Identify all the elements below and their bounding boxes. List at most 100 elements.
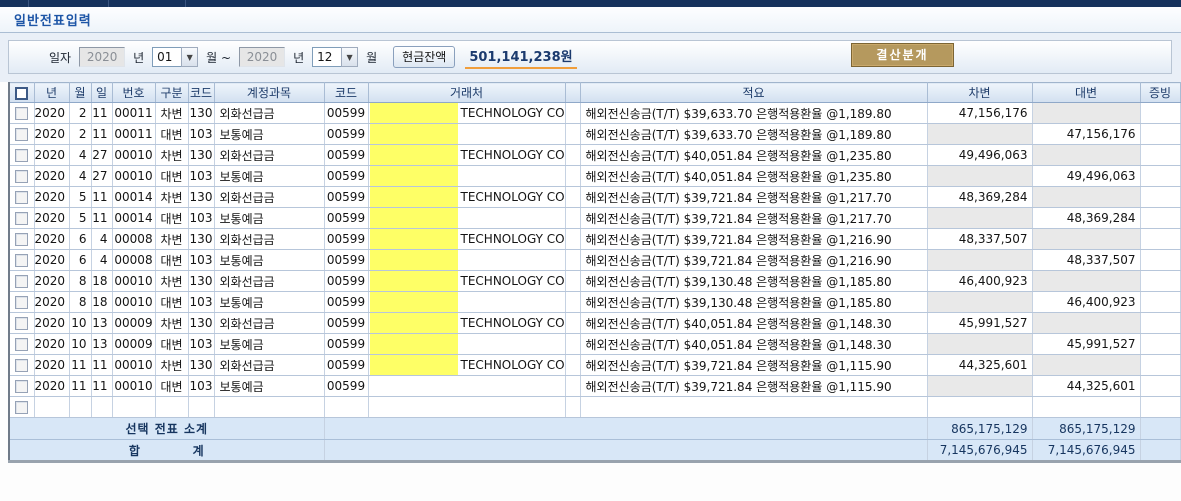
- cell-year[interactable]: 2020: [34, 333, 70, 355]
- cell-type[interactable]: 대변: [155, 249, 189, 271]
- cell-code2[interactable]: 00599: [324, 207, 369, 229]
- cell-day[interactable]: 11: [91, 207, 113, 229]
- cell-day[interactable]: 11: [91, 375, 113, 397]
- cell-year[interactable]: [34, 396, 70, 418]
- cell-credit[interactable]: [1032, 144, 1141, 166]
- row-checkbox-icon[interactable]: [15, 170, 29, 183]
- cell-desc[interactable]: 해외전신송금(T/T) $39,721.84 은행적용환율 @1,217.70: [580, 186, 928, 208]
- cell-proof[interactable]: [1140, 333, 1181, 355]
- cell-credit[interactable]: 46,400,923: [1032, 291, 1141, 313]
- cell-vendor[interactable]: [368, 291, 566, 313]
- cell-code[interactable]: 130: [188, 144, 215, 166]
- cell-desc[interactable]: 해외전신송금(T/T) $39,721.84 은행적용환율 @1,115.90: [580, 354, 928, 376]
- cell-debit[interactable]: [927, 291, 1033, 313]
- cell-account[interactable]: 외화선급금: [214, 144, 325, 166]
- cell-account[interactable]: 보통예금: [214, 333, 325, 355]
- cell-type[interactable]: 대변: [155, 291, 189, 313]
- cell-account[interactable]: 보통예금: [214, 123, 325, 145]
- month-to-value[interactable]: 12: [312, 47, 343, 67]
- cell-day[interactable]: 13: [91, 312, 113, 334]
- cell-account[interactable]: 외화선급금: [214, 270, 325, 292]
- cell-vendor[interactable]: [368, 123, 566, 145]
- cell-month[interactable]: 11: [69, 375, 92, 397]
- cell-type[interactable]: 대변: [155, 123, 189, 145]
- cell-credit[interactable]: 48,337,507: [1032, 249, 1141, 271]
- cell-month[interactable]: 6: [69, 249, 92, 271]
- cell-code2[interactable]: 00599: [324, 165, 369, 187]
- cell-account[interactable]: 보통예금: [214, 291, 325, 313]
- cell-year[interactable]: 2020: [34, 354, 70, 376]
- cell-month[interactable]: 4: [69, 165, 92, 187]
- cell-desc[interactable]: 해외전신송금(T/T) $39,721.84 은행적용환율 @1,115.90: [580, 375, 928, 397]
- cell-proof[interactable]: [1140, 354, 1181, 376]
- cell-account[interactable]: [214, 396, 325, 418]
- cell-account[interactable]: 외화선급금: [214, 354, 325, 376]
- cell-year[interactable]: 2020: [34, 375, 70, 397]
- cell-day[interactable]: 11: [91, 102, 113, 124]
- table-row[interactable]: 2020 2 11 00011 대변 103 보통예금 00599 해외전신송금(T/T) $3…: [9, 123, 1181, 145]
- cell-select[interactable]: [9, 312, 35, 334]
- cell-debit[interactable]: 49,496,063: [927, 144, 1033, 166]
- cell-type[interactable]: 차변: [155, 354, 189, 376]
- cell-code[interactable]: 103: [188, 333, 215, 355]
- cell-debit[interactable]: 46,400,923: [927, 270, 1033, 292]
- cell-year[interactable]: 2020: [34, 270, 70, 292]
- cell-select[interactable]: [9, 249, 35, 271]
- cell-month[interactable]: 11: [69, 354, 92, 376]
- cell-credit[interactable]: 45,991,527: [1032, 333, 1141, 355]
- cell-code2[interactable]: 00599: [324, 333, 369, 355]
- cell-type[interactable]: 차변: [155, 186, 189, 208]
- cell-account[interactable]: 보통예금: [214, 375, 325, 397]
- cell-year[interactable]: 2020: [34, 123, 70, 145]
- cell-proof[interactable]: [1140, 270, 1181, 292]
- cell-month[interactable]: 8: [69, 291, 92, 313]
- cell-month[interactable]: 2: [69, 102, 92, 124]
- cell-vendor[interactable]: TECHNOLOGY CO: [368, 354, 566, 376]
- cell-credit[interactable]: [1032, 186, 1141, 208]
- cell-month[interactable]: 5: [69, 207, 92, 229]
- empty-entry-row[interactable]: [9, 396, 1181, 418]
- cell-debit[interactable]: 47,156,176: [927, 102, 1033, 124]
- cell-credit[interactable]: 47,156,176: [1032, 123, 1141, 145]
- cell-year[interactable]: 2020: [34, 228, 70, 250]
- row-checkbox-icon[interactable]: [15, 212, 29, 225]
- cell-code2[interactable]: 00599: [324, 228, 369, 250]
- cell-no[interactable]: 00010: [112, 144, 156, 166]
- cell-vendor[interactable]: TECHNOLOGY CO: [368, 186, 566, 208]
- cell-code2[interactable]: 00599: [324, 249, 369, 271]
- cell-type[interactable]: 차변: [155, 144, 189, 166]
- cell-code2[interactable]: 00599: [324, 291, 369, 313]
- cell-proof[interactable]: [1140, 102, 1181, 124]
- cell-vendor[interactable]: TECHNOLOGY CO: [368, 102, 566, 124]
- table-row[interactable]: 2020 6 4 00008 차변 130 외화선급금 00599 TECHNOLOGY CO 해…: [9, 228, 1181, 250]
- cell-code[interactable]: 130: [188, 354, 215, 376]
- cell-desc[interactable]: 해외전신송금(T/T) $39,633.70 은행적용환율 @1,189.80: [580, 123, 928, 145]
- cell-type[interactable]: 차변: [155, 102, 189, 124]
- chevron-down-icon[interactable]: ▼: [181, 47, 199, 67]
- cell-desc[interactable]: 해외전신송금(T/T) $39,130.48 은행적용환율 @1,185.80: [580, 291, 928, 313]
- row-checkbox-icon[interactable]: [15, 149, 29, 162]
- cell-proof[interactable]: [1140, 312, 1181, 334]
- cell-day[interactable]: 11: [91, 354, 113, 376]
- cell-proof[interactable]: [1140, 165, 1181, 187]
- cell-debit[interactable]: [927, 207, 1033, 229]
- cell-day[interactable]: 4: [91, 228, 113, 250]
- row-checkbox-icon[interactable]: [15, 338, 29, 351]
- cell-no[interactable]: 00009: [112, 312, 156, 334]
- table-row[interactable]: 2020 5 11 00014 차변 130 외화선급금 00599 TECHNOLOGY CO…: [9, 186, 1181, 208]
- cell-select[interactable]: [9, 291, 35, 313]
- row-checkbox-icon[interactable]: [15, 359, 29, 372]
- cell-select[interactable]: [9, 165, 35, 187]
- cell-no[interactable]: 00014: [112, 207, 156, 229]
- cell-desc[interactable]: [580, 396, 928, 418]
- cell-code[interactable]: [188, 396, 215, 418]
- cell-credit[interactable]: [1032, 312, 1141, 334]
- cell-credit[interactable]: 44,325,601: [1032, 375, 1141, 397]
- cash-balance-button[interactable]: 현금잔액: [393, 46, 456, 68]
- table-row[interactable]: 2020 6 4 00008 대변 103 보통예금 00599 해외전신송금(T/T) $39…: [9, 249, 1181, 271]
- cell-no[interactable]: 00008: [112, 228, 156, 250]
- cell-proof[interactable]: [1140, 123, 1181, 145]
- cell-select[interactable]: [9, 270, 35, 292]
- cell-select[interactable]: [9, 375, 35, 397]
- cell-month[interactable]: 10: [69, 312, 92, 334]
